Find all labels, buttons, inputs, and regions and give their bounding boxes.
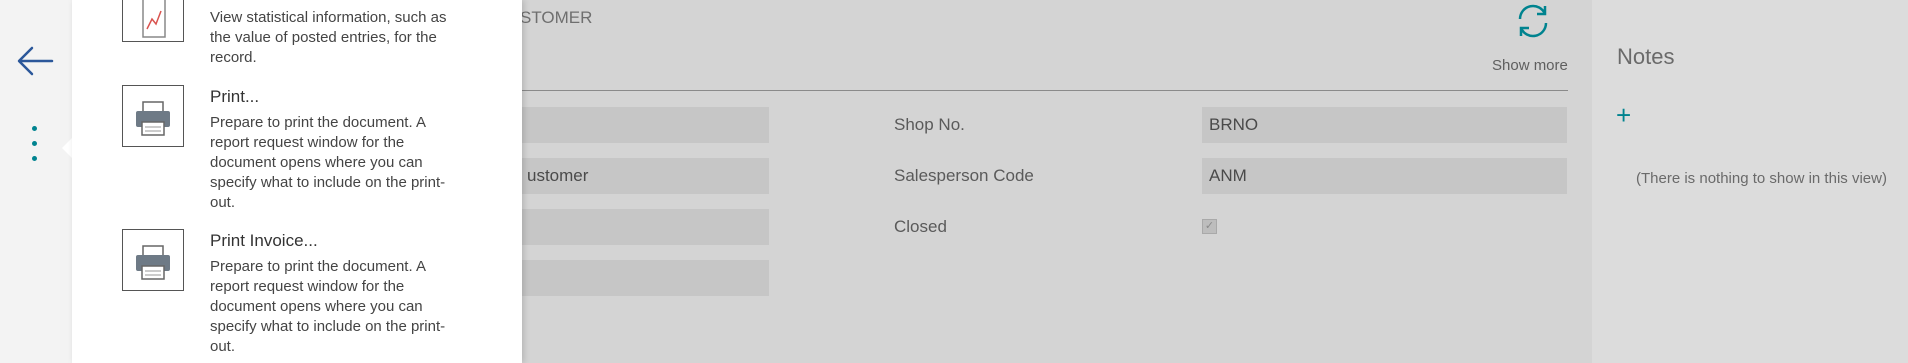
menu-item-desc: View statistical information, such as th… bbox=[210, 9, 447, 66]
shop-no-field[interactable]: BRNO bbox=[1202, 107, 1567, 143]
card-header-text: STOMER bbox=[520, 8, 593, 27]
menu-item-title: Print... bbox=[210, 87, 260, 106]
left-rail bbox=[0, 0, 72, 363]
menu-item-title: Print Invoice... bbox=[210, 231, 318, 250]
back-arrow-icon[interactable] bbox=[14, 40, 56, 82]
menu-item-print[interactable]: Print... Prepare to print the document. … bbox=[122, 85, 482, 215]
notes-title: Notes bbox=[1617, 44, 1675, 69]
salesperson-code-field[interactable]: ANM bbox=[1202, 158, 1567, 194]
add-note-icon[interactable]: + bbox=[1616, 102, 1631, 128]
menu-item-statistics[interactable]: View statistical information, such as th… bbox=[122, 0, 482, 70]
printer-icon bbox=[122, 85, 184, 147]
statistics-chart-icon bbox=[122, 0, 184, 42]
action-menu: View statistical information, such as th… bbox=[72, 0, 522, 363]
shop-no-label: Shop No. bbox=[894, 115, 965, 134]
closed-label: Closed bbox=[894, 217, 947, 236]
closed-checkbox[interactable]: ✓ bbox=[1202, 219, 1217, 234]
salesperson-code-label: Salesperson Code bbox=[894, 166, 1034, 185]
field-1[interactable] bbox=[520, 107, 769, 143]
refresh-icon[interactable] bbox=[1512, 0, 1554, 42]
vertical-ellipsis-icon[interactable] bbox=[24, 126, 44, 176]
printer-icon bbox=[122, 229, 184, 291]
show-more-link[interactable]: Show more bbox=[1492, 57, 1568, 74]
field-4[interactable] bbox=[520, 260, 769, 296]
customer-field[interactable]: ustomer bbox=[520, 158, 769, 194]
menu-item-print-invoice[interactable]: Print Invoice... Prepare to print the do… bbox=[122, 229, 482, 363]
notes-empty-text: (There is nothing to show in this view) bbox=[1636, 170, 1887, 187]
menu-item-desc: Prepare to print the document. A report … bbox=[210, 258, 446, 355]
menu-item-desc: Prepare to print the document. A report … bbox=[210, 114, 446, 211]
menu-caret bbox=[62, 138, 72, 158]
field-3[interactable] bbox=[520, 209, 769, 245]
header-divider bbox=[520, 90, 1568, 91]
